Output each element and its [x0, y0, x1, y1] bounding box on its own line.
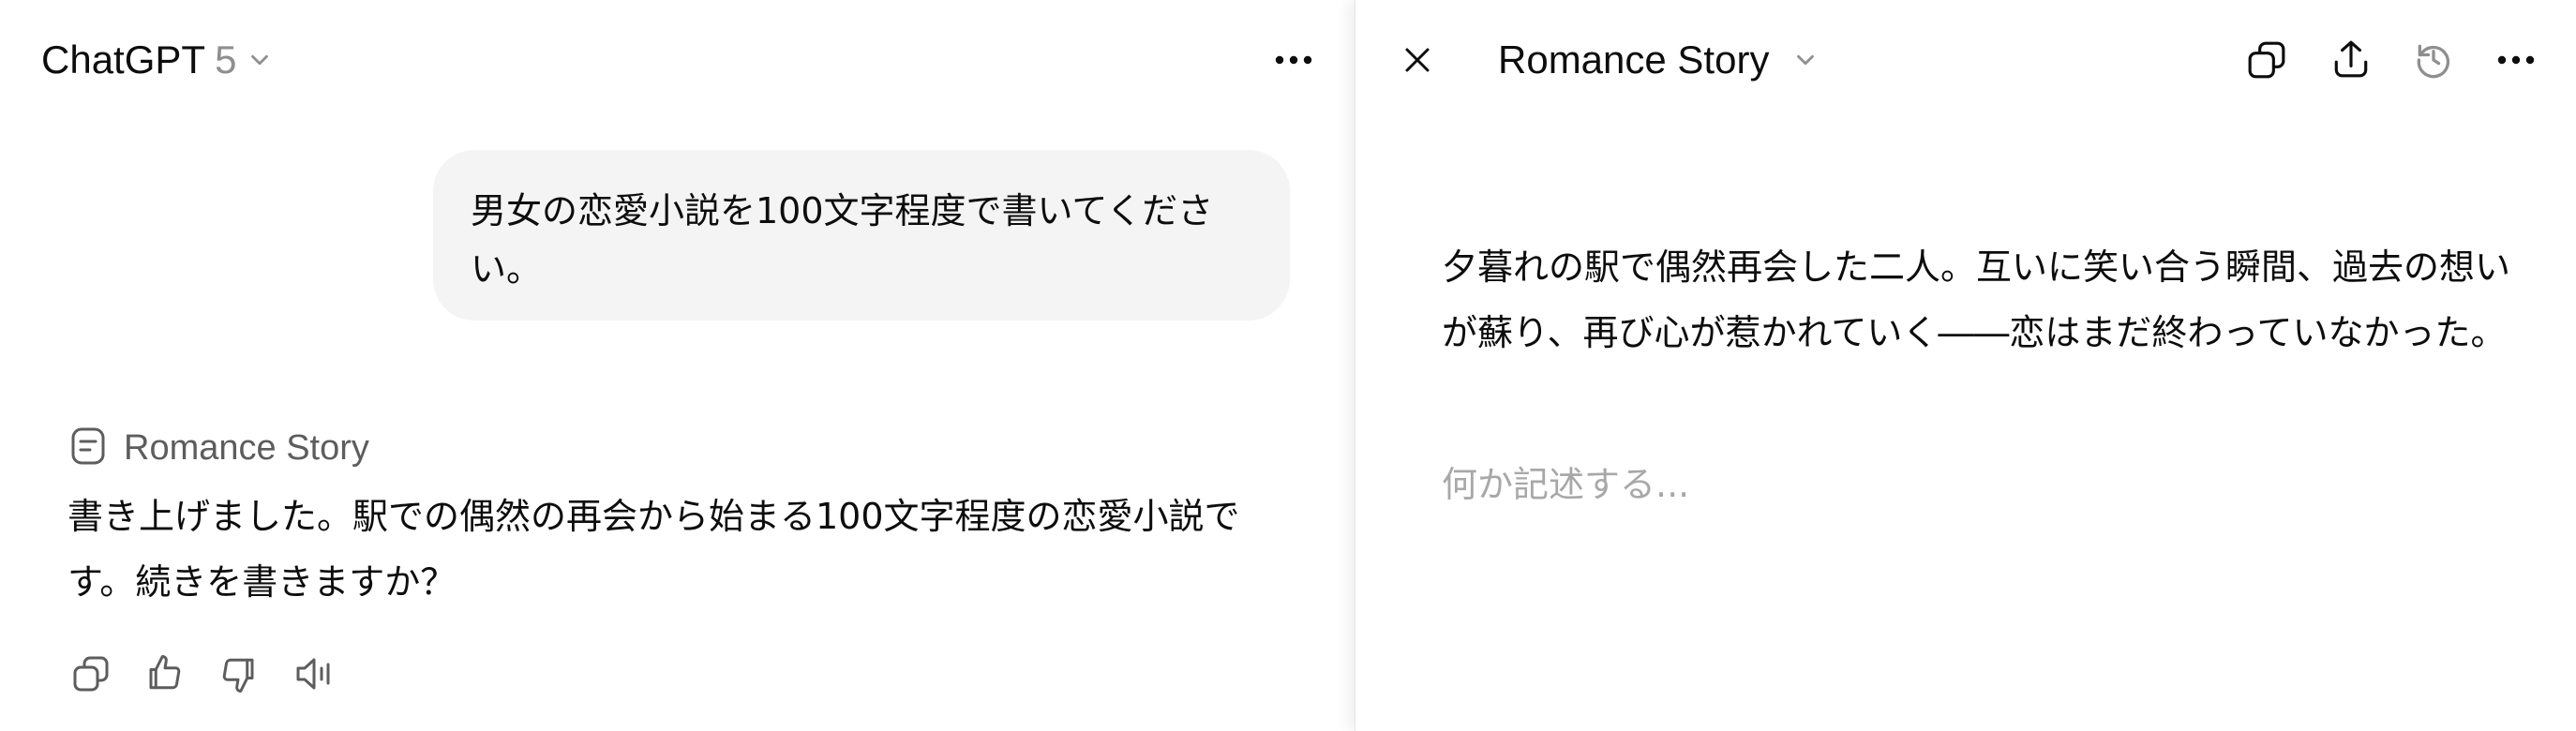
chat-more-button[interactable]	[1267, 36, 1320, 84]
canvas-share-button[interactable]	[2325, 32, 2377, 86]
close-canvas-button[interactable]	[1395, 34, 1440, 86]
canvas-title: Romance Story	[1498, 37, 1770, 82]
document-icon	[69, 426, 107, 470]
canvas-document-text[interactable]: 夕暮れの駅で偶然再会した二人。互いに笑い合う瞬間、過去の想いが蘇り、再び心が惹か…	[1442, 234, 2510, 366]
canvas-history-button[interactable]	[2407, 34, 2460, 86]
canvas-pane	[1355, 0, 2576, 731]
canvas-copy-button[interactable]	[2240, 34, 2293, 86]
thumbs-up-icon	[144, 652, 184, 694]
canvas-doc-chip[interactable]: Romance Story	[69, 422, 369, 474]
speaker-icon	[294, 655, 339, 693]
assistant-message: 書き上げました。駅での偶然の再会から始まる100文字程度の恋愛小説です。続きを書…	[67, 496, 1240, 603]
copy-icon	[2247, 40, 2286, 80]
model-switcher[interactable]: ChatGPT 5	[41, 34, 274, 86]
thumbs-down-button[interactable]	[216, 650, 262, 699]
canvas-more-button[interactable]	[2490, 36, 2542, 84]
chevron-down-icon	[1791, 46, 1820, 74]
history-icon	[2413, 39, 2454, 81]
read-aloud-button[interactable]	[291, 650, 343, 697]
chevron-down-icon	[246, 46, 274, 74]
copy-icon	[72, 655, 110, 693]
thumbs-up-button[interactable]	[141, 649, 187, 697]
chat-pane: ChatGPT 5 男女の恋愛小説を100文字程度で書いてください。 Roman…	[0, 0, 1355, 731]
more-horizontal-icon	[2496, 54, 2536, 66]
canvas-title-switcher[interactable]: Romance Story	[1498, 34, 1820, 86]
model-version: 5	[215, 37, 237, 82]
user-message-bubble: 男女の恋愛小説を100文字程度で書いてください。	[433, 150, 1290, 321]
share-icon	[2331, 38, 2371, 80]
copy-message-button[interactable]	[67, 650, 114, 697]
model-name: ChatGPT	[41, 37, 206, 82]
thumbs-down-icon	[219, 654, 259, 695]
user-message-text: 男女の恋愛小説を100文字程度で書いてください。	[471, 190, 1214, 290]
close-icon	[1402, 45, 1432, 75]
canvas-input-placeholder[interactable]: 何か記述する...	[1442, 452, 2379, 517]
more-horizontal-icon	[1274, 54, 1313, 66]
doc-chip-title: Romance Story	[124, 427, 369, 468]
